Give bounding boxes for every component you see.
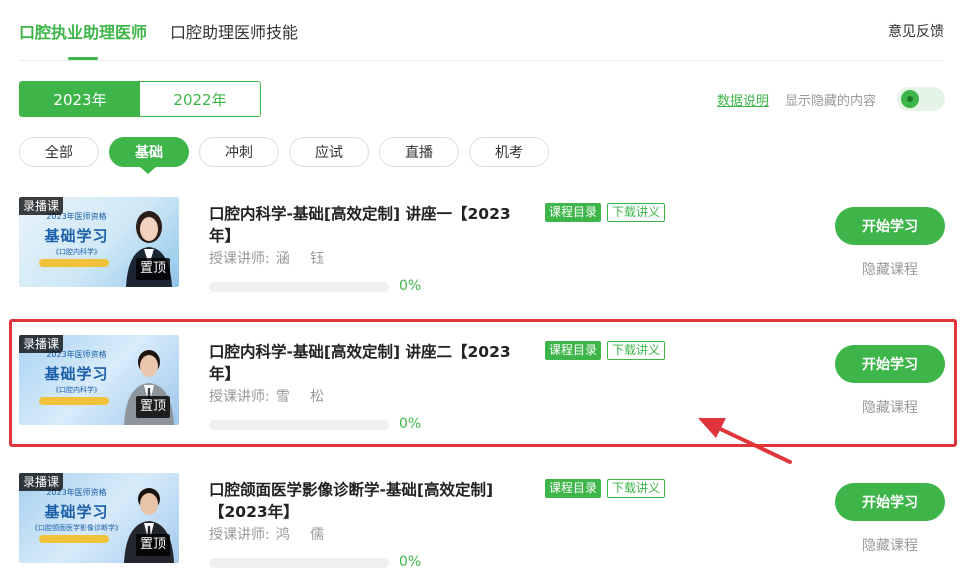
- lecturer-name: 涵 钰: [275, 251, 333, 267]
- lecturer-name: 鸿 儒: [275, 527, 333, 543]
- header-divider: [19, 60, 944, 61]
- course-catalog-button[interactable]: 课程目录: [545, 203, 602, 222]
- show-hidden-label: 显示隐藏的内容: [785, 94, 877, 109]
- recorded-course-tag: 录播课: [19, 473, 64, 491]
- course-thumbnail[interactable]: 2023年医师资格 基础学习 《口腔颌面医学影像诊断学》 录播课 置顶: [19, 473, 179, 563]
- feedback-link[interactable]: 意见反馈: [888, 21, 944, 41]
- download-notes-button[interactable]: 下载讲义: [607, 203, 666, 222]
- course-catalog-button[interactable]: 课程目录: [545, 479, 602, 498]
- lecturer-info: 授课讲师: 涵 钰: [209, 248, 332, 268]
- start-learning-button[interactable]: 开始学习: [835, 483, 945, 521]
- show-hidden-toggle[interactable]: [897, 87, 945, 111]
- course-title[interactable]: 口腔内科学-基础[高效定制] 讲座一【2023年】: [209, 203, 529, 247]
- highlight-box: [9, 319, 957, 447]
- top-tabs: 口腔执业助理医师 口腔助理医师技能 意见反馈: [0, 0, 964, 62]
- thumbnail-course-name: 《口腔内科学》: [52, 248, 101, 256]
- active-category-pointer: [140, 167, 156, 174]
- download-notes-button[interactable]: 下载讲义: [607, 479, 666, 498]
- tab-oral-assistant-physician[interactable]: 口腔执业助理医师: [19, 19, 147, 43]
- year-2022-button[interactable]: 2022年: [140, 82, 260, 116]
- progress-bar: [209, 282, 389, 292]
- hide-course-link[interactable]: 隐藏课程: [835, 259, 945, 279]
- tab-oral-assistant-skills[interactable]: 口腔助理医师技能: [170, 19, 298, 43]
- course-row: 2023年医师资格 基础学习 《口腔内科学》 录播课 置顶 口腔内科学-基础[高…: [19, 197, 945, 294]
- recorded-course-tag: 录播课: [19, 197, 64, 215]
- thumbnail-heading: 基础学习: [44, 227, 109, 245]
- start-learning-button[interactable]: 开始学习: [835, 207, 945, 245]
- category-basic[interactable]: 基础: [109, 137, 189, 167]
- thumbnail-course-name: 《口腔颌面医学影像诊断学》: [31, 524, 122, 532]
- category-sprint[interactable]: 冲刺: [199, 137, 279, 167]
- data-note-link[interactable]: 数据说明: [717, 90, 769, 109]
- pinned-badge: 置顶: [136, 534, 171, 556]
- thumbnail-ribbon: [39, 535, 109, 543]
- hide-course-link[interactable]: 隐藏课程: [835, 535, 945, 555]
- course-thumbnail[interactable]: 2023年医师资格 基础学习 《口腔内科学》 录播课 置顶: [19, 197, 179, 287]
- category-all[interactable]: 全部: [19, 137, 99, 167]
- lecturer-label: 授课讲师:: [209, 251, 270, 267]
- thumbnail-heading: 基础学习: [44, 503, 109, 521]
- year-2023-button[interactable]: 2023年: [20, 82, 140, 116]
- category-exam[interactable]: 应试: [289, 137, 369, 167]
- course-row: 2023年医师资格 基础学习 《口腔颌面医学影像诊断学》 录播课 置顶 口腔颌面…: [19, 473, 945, 570]
- lecturer-info: 授课讲师: 鸿 儒: [209, 524, 332, 544]
- year-toggle: 2023年 2022年: [19, 81, 261, 117]
- category-computer-test[interactable]: 机考: [469, 137, 549, 167]
- category-live[interactable]: 直播: [379, 137, 459, 167]
- pinned-badge: 置顶: [136, 258, 171, 280]
- course-title[interactable]: 口腔颌面医学影像诊断学-基础[高效定制]【2023年】: [209, 479, 529, 523]
- progress-percent: 0%: [399, 554, 422, 570]
- thumbnail-ribbon: [39, 259, 109, 267]
- progress-percent: 0%: [399, 278, 422, 294]
- lecturer-label: 授课讲师:: [209, 527, 270, 543]
- toggle-knob: [901, 90, 919, 108]
- progress-bar: [209, 558, 389, 568]
